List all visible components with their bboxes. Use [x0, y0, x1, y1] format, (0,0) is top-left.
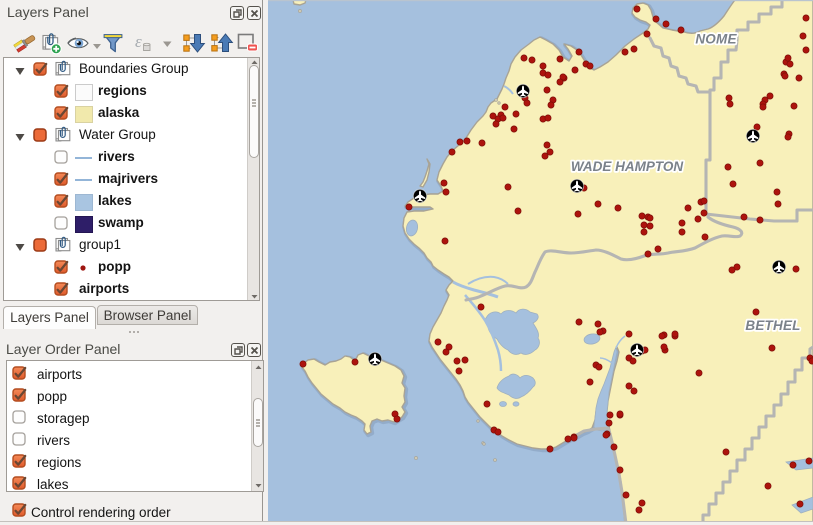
svg-text:WADE HAMPTON: WADE HAMPTON: [571, 159, 684, 174]
svg-text:BETHEL: BETHEL: [745, 318, 800, 333]
svg-text:ε: ε: [135, 33, 142, 51]
svg-text:NOME: NOME: [695, 32, 737, 47]
